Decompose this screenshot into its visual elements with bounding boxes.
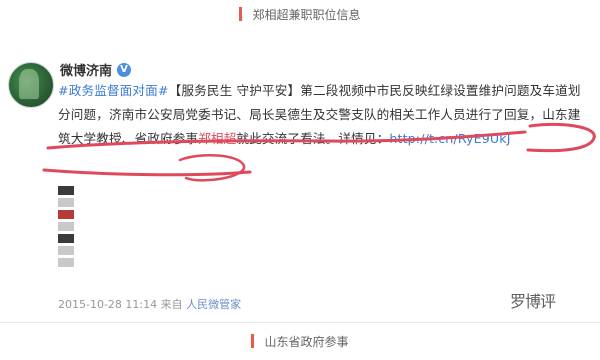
caption-bar-icon [239,7,243,21]
avatar[interactable] [8,62,54,108]
bottom-caption: 山东省政府参事 [0,322,600,360]
author-name[interactable]: 微博济南 [60,60,112,79]
short-link[interactable]: http://t.cn/RyE9UkJ [389,131,510,146]
thumb-strip [58,210,74,219]
post-meta: 2015-10-28 11:14 来自 人民微管家 [58,296,241,312]
top-caption: 郑相超兼职职位信息 [0,0,600,28]
topic-link[interactable]: #政务监督面对面# [58,83,169,98]
thumb-strip [58,246,74,255]
thumb-strip [58,186,74,195]
attached-image-thumbnail[interactable] [58,186,74,270]
caption-bar-icon [251,334,255,348]
highlighted-name: 郑相超 [198,131,237,146]
bottom-caption-text: 山东省政府参事 [264,334,349,349]
thumb-strip [58,234,74,243]
thumb-strip [58,258,74,267]
thumb-strip [58,222,74,231]
top-caption-text: 郑相超兼职职位信息 [252,7,361,22]
post-content: #政务监督面对面#【服务民生 守护平安】第二段视频中市民反映红绿设置维护问题及车… [58,79,588,151]
source-link[interactable]: 人民微管家 [186,298,241,311]
watermark: 罗博评 [510,292,556,311]
source-prefix: 来自 [160,298,183,311]
author-row: 微博济南 V [60,60,132,79]
post-text-2: 就此交流了看法。详情见： [236,131,390,146]
timestamp[interactable]: 2015-10-28 11:14 [58,298,157,311]
verified-badge-icon: V [117,62,132,77]
thumb-strip [58,198,74,207]
